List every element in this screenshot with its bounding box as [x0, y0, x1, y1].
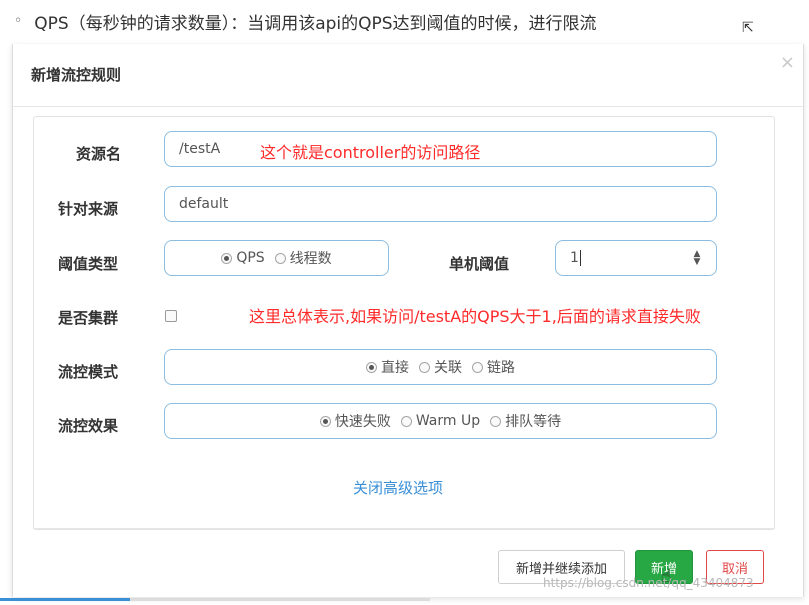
- radio-qps-label: QPS: [236, 250, 265, 266]
- radio-chain-label: 链路: [487, 360, 515, 376]
- radio-warm-up-icon[interactable]: [400, 415, 412, 427]
- radio-chain-icon[interactable]: [472, 361, 483, 373]
- radio-fast-fail-icon[interactable]: [319, 415, 331, 427]
- radio-direct-icon[interactable]: [366, 361, 377, 373]
- single-threshold-label: 单机阈值: [449, 255, 510, 273]
- watermark: https://blog.csdn.net/qq_43404873: [543, 576, 754, 590]
- radio-option-direct[interactable]: 直接: [366, 357, 409, 377]
- cluster-checkbox[interactable]: [165, 310, 177, 322]
- origin-label: 针对来源: [58, 200, 119, 218]
- radio-warm-up-label: Warm Up: [415, 413, 481, 429]
- radio-option-queue-wait[interactable]: 排队等待: [490, 411, 561, 431]
- dialog-title: 新增流控规则: [31, 66, 122, 84]
- mode-group: 直接 关联 链路: [164, 349, 717, 385]
- resource-name-label: 资源名: [76, 145, 122, 163]
- close-icon[interactable]: ×: [780, 52, 795, 73]
- radio-related-label: 关联: [434, 360, 462, 376]
- radio-direct-label: 直接: [381, 360, 409, 376]
- radio-queue-wait-icon[interactable]: [490, 415, 502, 427]
- dialog-footer-divider: [33, 528, 775, 529]
- radio-option-fast-fail[interactable]: 快速失败: [319, 411, 391, 431]
- radio-queue-wait-label: 排队等待: [505, 414, 562, 430]
- effect-group: 快速失败 Warm Up 排队等待: [164, 403, 717, 439]
- radio-related-icon[interactable]: [419, 361, 430, 373]
- resource-name-value: /testA: [179, 141, 221, 157]
- cluster-label: 是否集群: [58, 309, 119, 327]
- radio-thread-count-icon[interactable]: [274, 252, 286, 264]
- mouse-cursor-icon: ⇱: [742, 20, 754, 36]
- single-threshold-value: 1: [570, 250, 579, 266]
- origin-input[interactable]: default: [164, 186, 717, 222]
- radio-option-thread-count[interactable]: 线程数: [274, 248, 332, 268]
- dialog-header: 新增流控规则 ×: [13, 44, 803, 107]
- bottom-strip: [130, 598, 430, 601]
- cluster-annotation: 这里总体表示,如果访问/testA的QPS大于1,后面的请求直接失败: [249, 307, 701, 326]
- add-flow-rule-dialog: 新增流控规则 × 资源名 /testA 这个就是controller的访问路径 …: [12, 44, 804, 597]
- number-spinner-icon[interactable]: ▲ ▼: [692, 250, 702, 267]
- mode-label: 流控模式: [58, 363, 119, 381]
- radio-fast-fail-label: 快速失败: [334, 414, 391, 430]
- radio-option-qps[interactable]: QPS: [221, 250, 265, 266]
- radio-option-related[interactable]: 关联: [419, 357, 462, 377]
- radio-option-warm-up[interactable]: Warm Up: [400, 413, 481, 429]
- effect-label: 流控效果: [58, 417, 119, 435]
- list-bullet: ◦: [14, 13, 23, 29]
- doc-text-line: ◦ QPS（每秒钟的请求数量）：当调用该api的QPS达到阈值的时候，进行限流: [14, 6, 597, 36]
- radio-qps-icon[interactable]: [221, 252, 233, 264]
- bottom-accent-bar: [0, 598, 130, 601]
- close-advanced-options-link[interactable]: 关闭高级选项: [353, 477, 443, 498]
- threshold-type-group: QPS 线程数: [164, 240, 389, 276]
- threshold-type-label: 阈值类型: [58, 255, 119, 273]
- origin-value: default: [179, 196, 229, 212]
- single-threshold-input[interactable]: 1 ▲ ▼: [555, 240, 717, 276]
- resource-annotation: 这个就是controller的访问路径: [260, 143, 481, 162]
- dialog-form: 资源名 /testA 这个就是controller的访问路径 针对来源 defa…: [33, 116, 775, 530]
- text-caret: [579, 250, 581, 266]
- radio-option-chain[interactable]: 链路: [472, 357, 515, 377]
- doc-text: QPS（每秒钟的请求数量）：当调用该api的QPS达到阈值的时候，进行限流: [34, 13, 597, 34]
- radio-thread-count-label: 线程数: [289, 251, 332, 267]
